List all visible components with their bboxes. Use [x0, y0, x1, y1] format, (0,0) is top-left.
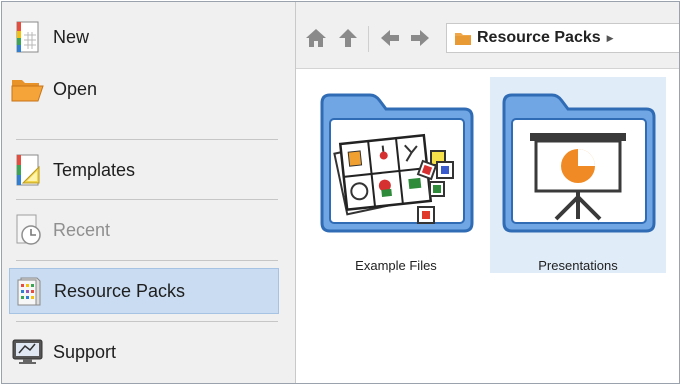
app-window: New Open Templates Recent Resource Packs…: [1, 1, 680, 384]
navigation-toolbar: Resource Packs ▶: [296, 2, 679, 69]
sidebar-item-label: New: [53, 26, 90, 47]
home-icon: [306, 29, 326, 47]
sidebar-item-label: Open: [53, 78, 98, 99]
open-folder-icon: [11, 74, 45, 104]
sidebar-item-label: Recent: [53, 219, 111, 240]
sidebar-item-label: Templates: [53, 159, 136, 180]
folder-tile-example-files[interactable]: Example Files: [308, 77, 484, 273]
divider: [16, 139, 278, 140]
up-icon: [339, 29, 357, 47]
example-files-folder-icon: [318, 85, 476, 240]
sidebar-item-label: Resource Packs: [54, 280, 186, 301]
tile-label: Presentations: [538, 258, 618, 273]
new-document-icon: [11, 21, 45, 53]
chevron-right-icon[interactable]: ▶: [607, 33, 614, 44]
folder-icon: [455, 32, 471, 45]
sidebar-item-templates[interactable]: Templates: [9, 147, 279, 193]
sidebar-item-resource-packs[interactable]: Resource Packs: [9, 268, 279, 314]
home-button[interactable]: [304, 26, 328, 50]
folder-tile-presentations[interactable]: Presentations: [490, 77, 666, 273]
back-icon: [381, 30, 399, 46]
sidebar-item-new[interactable]: New: [9, 14, 279, 60]
sidebar-item-support[interactable]: Support: [9, 329, 279, 375]
sidebar-item-label: Support: [53, 341, 117, 362]
breadcrumb-label: Resource Packs: [477, 29, 601, 46]
tile-label: Example Files: [355, 258, 437, 273]
support-icon: [11, 337, 45, 367]
recent-clock-icon: [11, 214, 45, 245]
sidebar-item-recent[interactable]: Recent: [9, 207, 279, 253]
up-button[interactable]: [336, 26, 360, 50]
sidebar: New Open Templates Recent Resource Packs…: [2, 2, 296, 383]
forward-icon: [411, 30, 429, 46]
divider: [16, 260, 278, 261]
breadcrumb[interactable]: Resource Packs ▶: [446, 23, 679, 53]
presentations-folder-icon: [500, 85, 658, 240]
toolbar-divider: [368, 26, 369, 52]
template-icon: [11, 154, 45, 186]
divider: [16, 199, 278, 200]
back-button[interactable]: [378, 26, 402, 50]
divider: [16, 321, 278, 322]
sidebar-item-open[interactable]: Open: [9, 66, 279, 112]
file-browser: Example Files Presentations: [296, 69, 679, 383]
resource-pack-icon: [12, 276, 46, 306]
forward-button[interactable]: [408, 26, 432, 50]
